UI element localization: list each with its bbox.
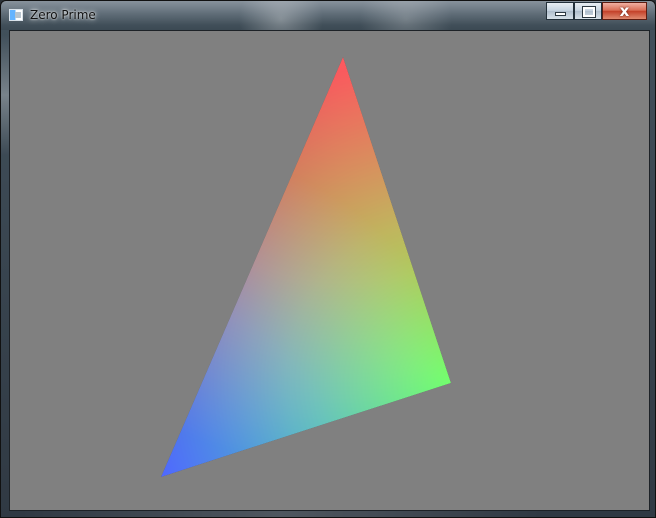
- close-icon: x: [619, 2, 630, 20]
- maximize-button[interactable]: [574, 2, 602, 20]
- rendered-scene: [161, 57, 451, 477]
- window-title: Zero Prime: [30, 8, 96, 22]
- app-window-icon[interactable]: [9, 9, 23, 21]
- minimize-button[interactable]: [546, 2, 574, 20]
- application-window: Zero Prime x: [0, 0, 656, 518]
- window-frame-highlight: [1, 35, 9, 155]
- close-button[interactable]: x: [602, 2, 647, 20]
- render-viewport[interactable]: [9, 30, 650, 511]
- title-bar[interactable]: Zero Prime x: [1, 1, 655, 30]
- rgb-triangle: [161, 57, 451, 477]
- window-caption-buttons: x: [546, 2, 647, 21]
